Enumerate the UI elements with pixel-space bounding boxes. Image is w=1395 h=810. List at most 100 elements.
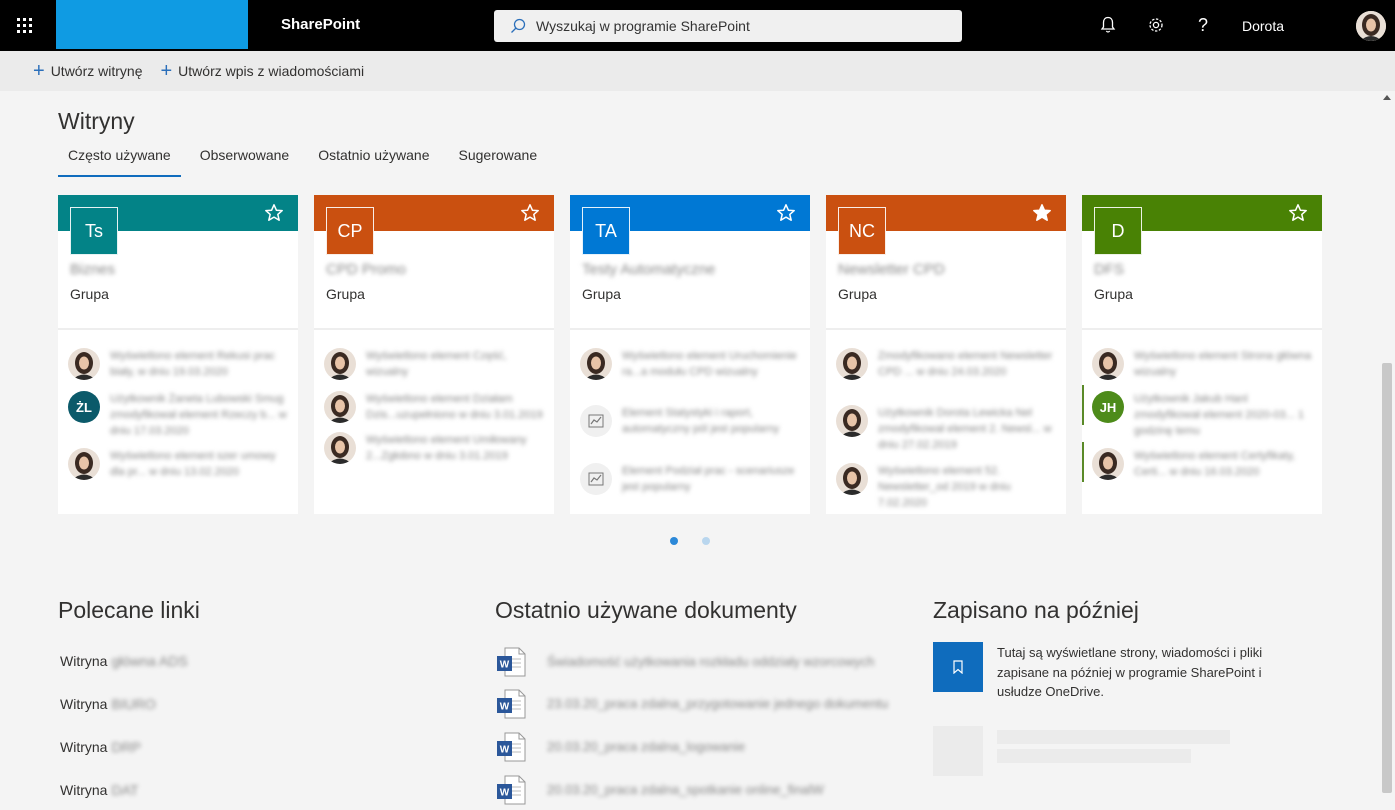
document-icon-wrap: W — [496, 689, 526, 719]
site-logo[interactable]: D — [1094, 207, 1142, 255]
actor-avatar — [324, 391, 356, 423]
site-logo[interactable]: NC — [838, 207, 886, 255]
actor-initials-avatar: JH — [1092, 391, 1124, 423]
actor-avatar — [68, 448, 100, 480]
recommended-link[interactable]: Witryna DAT — [60, 782, 138, 798]
saved-for-later-tile — [933, 642, 983, 692]
recent-document[interactable]: W 23.03.20_praca zdalna_przygotowanie jed… — [496, 689, 896, 721]
site-name[interactable]: CPD Promo — [326, 261, 406, 278]
site-card[interactable]: D DFS Grupa Wyświetlono element Strona głów… — [1082, 195, 1322, 514]
search-box[interactable] — [494, 10, 962, 42]
site-name[interactable]: Testy Automatyczne — [582, 261, 715, 278]
activity-text: Wyświetlono element Certyfikaty, Certi..… — [1134, 450, 1296, 478]
site-logo[interactable]: TA — [582, 207, 630, 255]
site-name[interactable]: DFS — [1094, 261, 1124, 278]
new-activity-marker — [1082, 442, 1084, 482]
scrollbar-thumb[interactable] — [1382, 363, 1392, 793]
site-logo[interactable]: Ts — [70, 207, 118, 255]
site-name[interactable]: Biznes — [70, 261, 115, 278]
site-logo[interactable]: CP — [326, 207, 374, 255]
actor-avatar — [836, 463, 868, 495]
follow-star-button[interactable] — [520, 203, 540, 223]
person-photo-icon — [324, 432, 356, 464]
tab-1[interactable]: Często używane — [58, 143, 181, 177]
activity-text: Wyświetlono element Część, wizualny — [366, 350, 507, 378]
recommended-link[interactable]: Witryna główna ADS — [60, 653, 188, 669]
create-news-post-button[interactable]: + Utwórz wpis z wiadomościami — [160, 61, 364, 81]
word-document-icon: W — [497, 732, 526, 762]
recent-document[interactable]: W 20.03.20_praca zdalna_spotkanie online_… — [496, 775, 896, 807]
saved-for-later-heading: Zapisano na później — [933, 597, 1139, 623]
help-button[interactable]: ? — [1192, 14, 1214, 36]
popular-item-badge — [580, 463, 612, 495]
word-document-icon: W — [497, 689, 526, 719]
pager-dot-1[interactable] — [670, 537, 678, 545]
activity-text: Wyświetlono element szer umowy dla pr...… — [110, 450, 276, 478]
link-name: DAT — [111, 782, 139, 798]
card-divider — [826, 328, 1066, 330]
site-type: Grupa — [1094, 286, 1133, 302]
scroll-up-arrow-icon[interactable] — [1383, 95, 1391, 100]
actor-avatar — [324, 348, 356, 380]
link-prefix: Witryna — [60, 739, 108, 755]
trending-chart-icon — [588, 472, 604, 486]
actor-avatar — [836, 348, 868, 380]
site-card[interactable]: CP CPD Promo Grupa Wyświetlono element Częś… — [314, 195, 554, 514]
bookmark-icon — [953, 660, 963, 674]
user-avatar[interactable] — [1356, 11, 1386, 41]
site-card[interactable]: Ts Biznes Grupa Wyświetlono element Rekusi … — [58, 195, 298, 514]
saved-for-later-description: Tutaj są wyświetlane strony, wiadomości … — [997, 645, 1263, 699]
user-name[interactable]: Dorota — [1242, 18, 1284, 34]
create-news-post-label: Utwórz wpis z wiadomościami — [178, 63, 365, 79]
star-outline-icon — [1289, 204, 1307, 221]
follow-star-button[interactable] — [1032, 203, 1052, 223]
recommended-link[interactable]: Witryna BIURO — [60, 696, 156, 712]
site-card[interactable]: NC Newsletter CPD Grupa Zmodyfikowano eleme… — [826, 195, 1066, 514]
svg-text:W: W — [500, 745, 510, 756]
tab-4[interactable]: Sugerowane — [449, 143, 548, 177]
create-site-button[interactable]: + Utwórz witrynę — [33, 61, 142, 81]
person-photo-icon — [1092, 348, 1124, 380]
activity-text: Element Podział prac - scenariusze jest … — [622, 465, 795, 493]
card-divider — [314, 328, 554, 330]
tab-3[interactable]: Ostatnio używane — [308, 143, 439, 177]
follow-star-button[interactable] — [264, 203, 284, 223]
svg-text:W: W — [500, 788, 510, 799]
notifications-button[interactable] — [1097, 14, 1119, 36]
follow-star-button[interactable] — [1288, 203, 1308, 223]
person-photo-icon — [580, 348, 612, 380]
help-icon: ? — [1197, 14, 1208, 35]
settings-button[interactable] — [1145, 14, 1167, 36]
link-prefix: Witryna — [60, 696, 108, 712]
waffle-icon — [16, 18, 32, 33]
tab-2[interactable]: Obserwowane — [190, 143, 300, 177]
brand-logo-area[interactable] — [56, 0, 248, 49]
activity-text: Użytkownik Dorota Lewicka Nel zmodyfikow… — [878, 407, 1052, 451]
document-name: 20.03.20_praca zdalna_logowanie — [547, 739, 746, 754]
vertical-scrollbar[interactable] — [1379, 91, 1395, 810]
search-icon — [511, 18, 526, 33]
site-type: Grupa — [582, 286, 621, 302]
actor-avatar — [836, 405, 868, 437]
recent-document[interactable]: W Świadomość użytkowania rozkładu oddział… — [496, 647, 896, 679]
recommended-links-heading: Polecane linki — [58, 597, 200, 623]
word-document-icon: W — [497, 775, 526, 805]
follow-star-button[interactable] — [776, 203, 796, 223]
link-name: DRP — [111, 739, 142, 755]
activity-text: Użytkownik Jakub Hanl zmodyfikował eleme… — [1134, 393, 1304, 437]
site-card[interactable]: TA Testy Automatyczne Grupa Wyświetlono ele… — [570, 195, 810, 514]
pager-dot-2[interactable] — [702, 537, 710, 545]
suite-header: SharePoint ? Dorota — [0, 0, 1395, 51]
activity-text: Wyświetlono element Strona główna wizual… — [1134, 350, 1312, 378]
activity-text: Wyświetlono element Umiłowany 2...Zgłobn… — [366, 434, 527, 462]
recent-document[interactable]: W 20.03.20_praca zdalna_logowanie — [496, 732, 896, 764]
recommended-link[interactable]: Witryna DRP — [60, 739, 141, 755]
search-input[interactable] — [536, 18, 936, 34]
actor-initials-avatar: ŻL — [68, 391, 100, 423]
app-name[interactable]: SharePoint — [281, 16, 360, 33]
actor-avatar — [68, 348, 100, 380]
actor-avatar — [580, 348, 612, 380]
site-name[interactable]: Newsletter CPD — [838, 261, 945, 278]
app-launcher-button[interactable] — [0, 0, 48, 51]
placeholder-thumbnail — [933, 726, 983, 776]
